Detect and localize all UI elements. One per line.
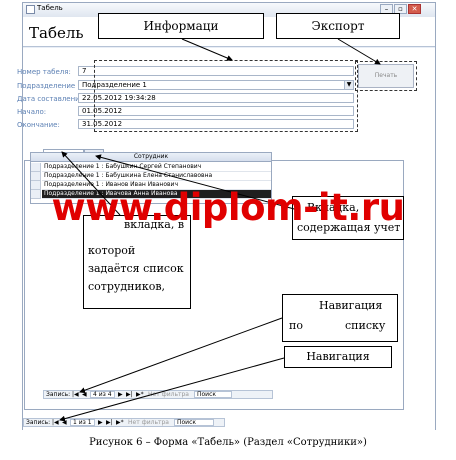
arrow-nav [59, 357, 285, 422]
arrow-info [181, 38, 233, 61]
figure-caption: Рисунок 6 – Форма «Табель» (Раздел «Сотр… [89, 437, 367, 448]
watermark: www.diplom-it.ru [51, 186, 405, 229]
callout-arrows [59, 38, 381, 422]
arrow-export [337, 38, 381, 65]
arrow-list-nav [79, 317, 283, 394]
